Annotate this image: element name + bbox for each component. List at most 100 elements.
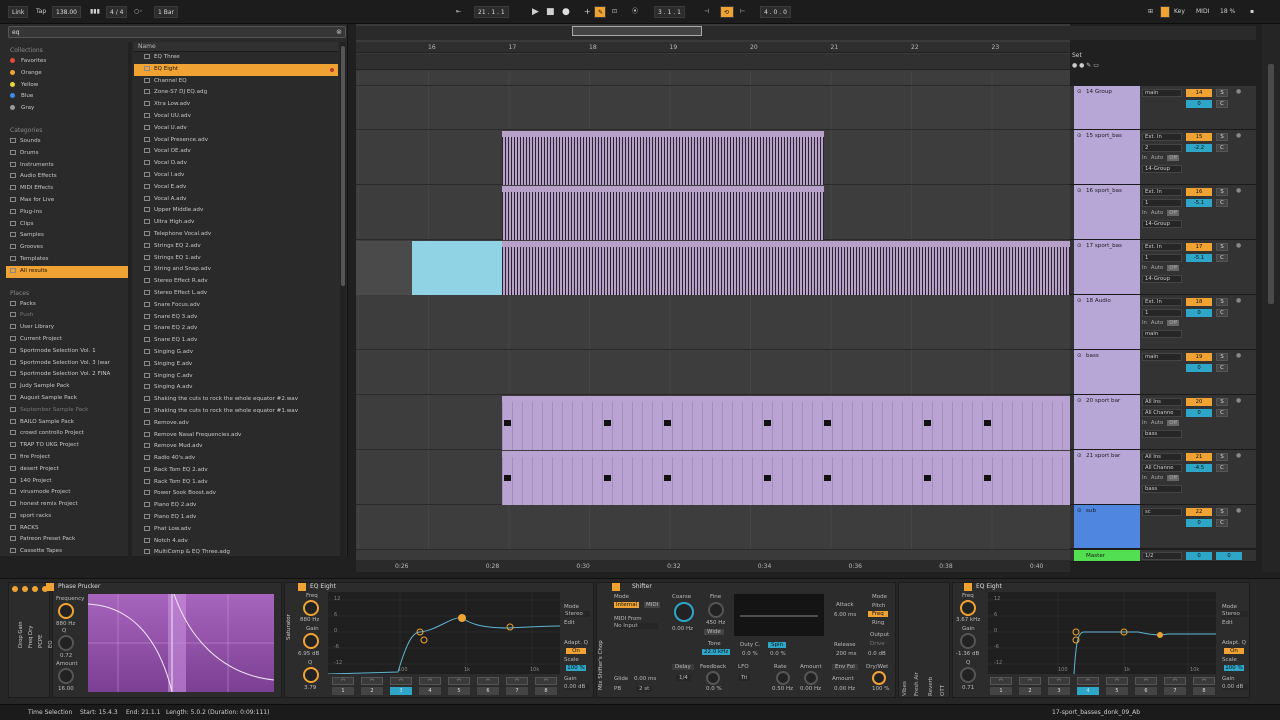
track-lane[interactable] xyxy=(356,505,1070,550)
eq1-title[interactable]: EQ Eight xyxy=(310,582,336,592)
place-item[interactable]: TRAP TO UKG Project xyxy=(6,440,130,452)
eq1-q-knob[interactable] xyxy=(303,667,319,683)
solo-button[interactable]: S xyxy=(1216,298,1228,306)
category-item[interactable]: Drums xyxy=(6,148,130,160)
monitor-off-button[interactable]: Off xyxy=(1167,420,1180,426)
device-power-icon[interactable] xyxy=(46,583,54,591)
monitor-in-button[interactable]: In xyxy=(1142,320,1147,326)
file-item[interactable]: Vocal I.adv xyxy=(134,170,338,182)
rack-chain-label[interactable]: Drop Gain xyxy=(18,621,24,648)
place-item[interactable]: Cassette Tapes xyxy=(6,546,130,558)
name-column-header[interactable]: Name xyxy=(134,42,338,52)
eq-band-filter-select[interactable]: ◠ xyxy=(332,677,354,685)
output-select[interactable]: 14-Group xyxy=(1142,165,1182,173)
arm-record-icon[interactable]: ● xyxy=(1236,297,1241,304)
shifter-fine-knob[interactable] xyxy=(708,602,724,618)
place-item[interactable]: Patreon Preset Pack xyxy=(6,534,130,546)
crossfade-button[interactable]: C xyxy=(1216,309,1228,317)
track-activator[interactable]: 19 xyxy=(1186,353,1212,361)
arm-record-icon[interactable]: ● xyxy=(1236,187,1241,194)
time-signature-field[interactable]: 4 / 4 xyxy=(106,6,128,18)
shifter-env-amount-value[interactable]: 0.00 Hz xyxy=(834,686,855,692)
track-pan[interactable]: 0 xyxy=(1186,309,1212,317)
mixer-track-strip[interactable]: ⊙ 21 sport bar All Ins All Channe In Auto Off… xyxy=(1070,450,1256,505)
place-item[interactable]: sport racks xyxy=(6,511,130,523)
time-marker[interactable]: 0:26 xyxy=(395,563,408,570)
metronome-icon[interactable]: ▮▮▮ xyxy=(90,6,100,18)
shifter-drywet-value[interactable]: 100 % xyxy=(872,686,889,692)
phase-amount-knob[interactable] xyxy=(58,668,74,684)
bar-number[interactable]: 23 xyxy=(992,44,1000,51)
eq2-mode-select[interactable]: Stereo xyxy=(1222,611,1248,617)
eq2-gain-value[interactable]: -1.36 dB xyxy=(956,651,979,657)
input-channel-select[interactable]: All Channe xyxy=(1142,464,1182,472)
ott-device-label[interactable]: OTT xyxy=(940,685,946,696)
eq-band-number[interactable]: 6 xyxy=(1135,687,1157,695)
monitor-off-button[interactable]: Off xyxy=(1167,155,1180,161)
track-activator[interactable]: 14 xyxy=(1186,89,1212,97)
file-item[interactable]: Shaking the cuts to rock the whole equat… xyxy=(134,394,338,406)
output-select[interactable]: bass xyxy=(1142,430,1182,438)
punch-in-icon[interactable]: ⊣ xyxy=(704,6,709,18)
file-item[interactable]: Rack Tom EQ 2.adv xyxy=(134,465,338,477)
file-item[interactable]: Vocal O.adv xyxy=(134,158,338,170)
phase-q-value[interactable]: 0.72 xyxy=(60,653,72,659)
track-pan[interactable]: -2.2 xyxy=(1186,144,1212,152)
punch-out-icon[interactable]: ⊢ xyxy=(740,6,745,18)
file-item[interactable]: Vocal U.adv xyxy=(134,123,338,135)
fold-icon[interactable]: ⊙ xyxy=(1077,508,1082,514)
arm-record-icon[interactable]: ● xyxy=(1236,242,1241,249)
bar-number[interactable]: 20 xyxy=(750,44,758,51)
tempo-field[interactable]: 138.00 xyxy=(52,6,81,18)
fresh-air-device-label[interactable]: Fresh Air xyxy=(914,672,920,696)
phase-freq-value[interactable]: 880 Hz xyxy=(56,621,75,627)
automation-arm-icon[interactable]: ✎ xyxy=(594,6,606,18)
file-item[interactable]: Shaking the cuts to rock the whole equat… xyxy=(134,406,338,418)
shifter-rate-value[interactable]: 0.50 Hz xyxy=(772,686,793,692)
follow-icon[interactable]: ○◦ xyxy=(134,6,143,18)
link-button[interactable]: Link xyxy=(8,6,29,18)
monitor-in-button[interactable]: In xyxy=(1142,155,1147,161)
file-item[interactable]: Stereo Effect R.adv xyxy=(134,276,338,288)
category-item[interactable]: Audio Effects xyxy=(6,171,130,183)
track-pan[interactable]: 0 xyxy=(1186,409,1212,417)
file-item[interactable]: Xtra Low.adv xyxy=(134,99,338,111)
file-item[interactable]: Vocal UU.adv xyxy=(134,111,338,123)
monitor-off-button[interactable]: Off xyxy=(1167,210,1180,216)
mixer-track-strip[interactable]: ⊙ 20 sport bar All Ins All Channe In Auto Off… xyxy=(1070,395,1256,450)
place-item[interactable]: User Library xyxy=(6,322,130,334)
key-map-toggle[interactable] xyxy=(1160,6,1170,18)
input-type-select[interactable]: sc xyxy=(1142,508,1182,516)
shifter-rate-knob[interactable] xyxy=(776,671,790,685)
arm-record-icon[interactable]: ● xyxy=(1236,452,1241,459)
category-item[interactable]: Max for Live xyxy=(6,195,130,207)
monitor-auto-button[interactable]: Auto xyxy=(1151,155,1163,161)
crossfade-button[interactable]: C xyxy=(1216,144,1228,152)
file-item[interactable]: Vocal Presence.adv xyxy=(134,135,338,147)
place-item[interactable]: Sportmode Selection Vol. 3 (war xyxy=(6,358,130,370)
track-pan[interactable]: 0 xyxy=(1186,364,1212,372)
monitor-off-button[interactable]: Off xyxy=(1167,475,1180,481)
shifter-pb-value[interactable]: 2 st xyxy=(636,686,653,692)
crossfade-button[interactable]: C xyxy=(1216,254,1228,262)
monitor-auto-button[interactable]: Auto xyxy=(1151,320,1163,326)
input-channel-select[interactable]: 2 xyxy=(1142,144,1182,152)
solo-button[interactable]: S xyxy=(1216,353,1228,361)
monitor-off-button[interactable]: Off xyxy=(1167,320,1180,326)
eq-band-number[interactable]: 3 xyxy=(1048,687,1070,695)
shifter-coarse-value[interactable]: 0.00 Hz xyxy=(672,626,693,632)
shifter-fine-value[interactable]: 450 Hz xyxy=(706,620,725,626)
eq2-title[interactable]: EQ Eight xyxy=(976,582,1002,592)
file-item[interactable]: Remove.adv xyxy=(134,418,338,430)
master-pan[interactable]: 0 xyxy=(1216,552,1242,560)
solo-button[interactable]: S xyxy=(1216,398,1228,406)
input-type-select[interactable]: Ext. In xyxy=(1142,188,1182,196)
arm-record-icon[interactable]: ● xyxy=(1236,352,1241,359)
input-type-select[interactable]: Ext. In xyxy=(1142,298,1182,306)
time-marker[interactable]: 0:34 xyxy=(758,563,771,570)
input-channel-select[interactable]: 1 xyxy=(1142,254,1182,262)
session-record-icon[interactable]: ⦿ xyxy=(632,6,638,18)
eq-band-number[interactable]: 6 xyxy=(477,687,499,695)
category-item[interactable]: Grooves xyxy=(6,242,130,254)
track-activator[interactable]: 16 xyxy=(1186,188,1212,196)
